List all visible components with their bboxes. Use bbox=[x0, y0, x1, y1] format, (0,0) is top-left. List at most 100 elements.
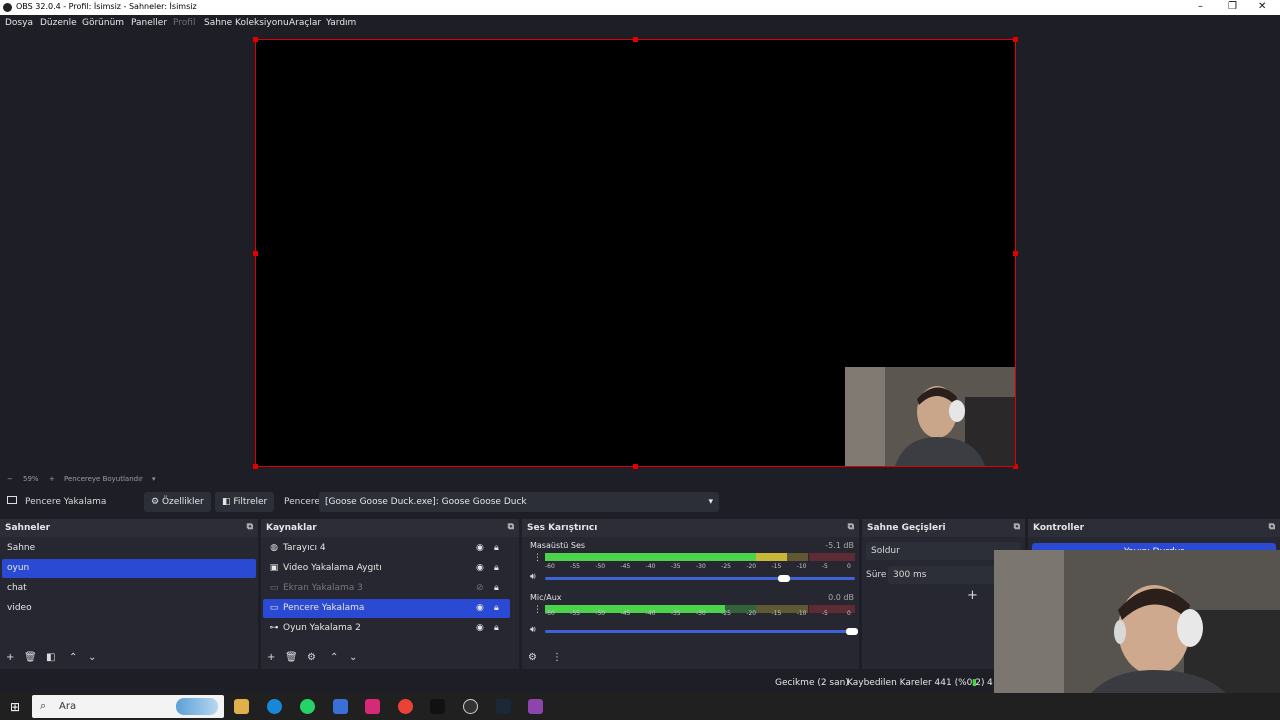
resize-handle[interactable] bbox=[253, 251, 258, 256]
volume-slider[interactable] bbox=[545, 577, 855, 580]
meter-tick-label: -55 bbox=[570, 610, 580, 617]
windows-start-icon[interactable]: ⊞ bbox=[10, 700, 20, 714]
trash-icon[interactable]: 🗑 bbox=[285, 652, 298, 663]
obs-logo-icon bbox=[3, 3, 12, 12]
signal-icon: ▮ bbox=[972, 678, 977, 688]
search-highlight-icon bbox=[176, 698, 218, 715]
gear-icon: ⚙ bbox=[151, 497, 160, 507]
menu-profil[interactable]: Profil bbox=[173, 18, 195, 28]
more-icon[interactable]: ⋮ bbox=[552, 652, 562, 663]
window-label: Pencere bbox=[284, 497, 320, 507]
lock-icon[interactable]: 🔒︎ bbox=[494, 559, 499, 578]
lock-icon[interactable]: 🔒︎ bbox=[494, 579, 499, 598]
meter-ticks: -60 -55 -50 -45 -40 -35 -30 -25 -20 -15 -10 -5 0 bbox=[545, 563, 855, 571]
filter-icon[interactable]: ◧ bbox=[46, 652, 55, 663]
meter-tick-label: -40 bbox=[645, 563, 656, 570]
minimize-icon[interactable]: – bbox=[1198, 1, 1203, 12]
lock-icon[interactable]: 🔒︎ bbox=[494, 599, 499, 618]
source-item[interactable]: ▣ Video Yakalama Aygıtı ◉ 🔒︎ bbox=[263, 559, 510, 578]
volume-slider-thumb[interactable] bbox=[777, 575, 790, 582]
lock-icon[interactable]: 🔒︎ bbox=[494, 619, 499, 638]
source-item[interactable]: ◍ Tarayıcı 4 ◉ 🔒︎ bbox=[263, 539, 510, 558]
menu-yardim[interactable]: Yardım bbox=[326, 18, 356, 28]
filters-button[interactable]: ◧ Filtreler bbox=[215, 492, 275, 512]
obs-taskbar-icon[interactable] bbox=[463, 699, 478, 714]
arrow-down-icon[interactable]: ⌄ bbox=[349, 652, 357, 663]
undock-icon[interactable]: ⧉ bbox=[508, 522, 514, 532]
zoom-in-button[interactable]: + bbox=[49, 475, 55, 483]
restore-icon[interactable]: ❐ bbox=[1228, 1, 1237, 12]
add-icon[interactable]: + bbox=[267, 652, 275, 663]
resize-handle[interactable] bbox=[1013, 251, 1018, 256]
menu-araclar[interactable]: Araçlar bbox=[289, 18, 321, 28]
sources-dock-title: Kaynaklar ⧉ bbox=[261, 519, 519, 537]
undock-icon[interactable]: ⧉ bbox=[1269, 522, 1275, 532]
undock-icon[interactable]: ⧉ bbox=[247, 522, 253, 532]
gear-icon[interactable]: ⚙ bbox=[307, 652, 316, 663]
close-icon[interactable]: ✕ bbox=[1258, 1, 1266, 12]
window-select[interactable]: [Goose Goose Duck.exe]: Goose Goose Duck… bbox=[319, 492, 719, 512]
edge-icon[interactable] bbox=[267, 699, 282, 714]
source-item[interactable]: ⊶ Oyun Yakalama 2 ◉ 🔒︎ bbox=[263, 619, 510, 638]
properties-button[interactable]: ⚙ Özellikler bbox=[144, 492, 211, 512]
resize-handle[interactable] bbox=[253, 464, 258, 469]
source-item[interactable]: ▭ Pencere Yakalama ◉ 🔒︎ bbox=[263, 599, 510, 618]
search-icon: ⌕ bbox=[40, 699, 47, 712]
eye-icon[interactable]: ◉ bbox=[476, 619, 484, 638]
lock-icon[interactable]: 🔒︎ bbox=[494, 539, 499, 558]
store-icon[interactable] bbox=[333, 699, 348, 714]
eye-icon[interactable]: ◉ bbox=[476, 599, 484, 618]
arrow-up-icon[interactable]: ⌃ bbox=[69, 652, 77, 663]
menu-gorunum[interactable]: Görünüm bbox=[82, 18, 124, 28]
channel-name: Masaüstü Ses bbox=[530, 541, 586, 550]
game-icon[interactable] bbox=[528, 699, 543, 714]
window-icon bbox=[7, 496, 17, 504]
filter-icon: ◧ bbox=[222, 497, 231, 507]
resize-handle[interactable] bbox=[253, 37, 258, 42]
volume-slider[interactable] bbox=[545, 630, 855, 633]
add-icon[interactable]: + bbox=[6, 652, 14, 663]
chevron-down-icon[interactable]: ▾ bbox=[152, 475, 156, 483]
whatsapp-icon[interactable] bbox=[300, 699, 315, 714]
undock-icon[interactable]: ⧉ bbox=[1014, 522, 1020, 532]
scene-item[interactable]: Sahne bbox=[2, 539, 256, 558]
meter-tick-label: -60 bbox=[545, 610, 555, 617]
more-icon[interactable]: ⋮ bbox=[533, 605, 542, 615]
trash-icon[interactable]: 🗑 bbox=[24, 652, 37, 663]
file-explorer-icon[interactable] bbox=[234, 699, 249, 714]
mixer-settings-icon[interactable]: ⚙ bbox=[528, 652, 537, 663]
scene-item[interactable]: video bbox=[2, 599, 256, 618]
chrome-icon[interactable] bbox=[398, 699, 413, 714]
menu-sahne-koleksiyonu[interactable]: Sahne Koleksiyonu bbox=[204, 18, 289, 28]
menu-paneller[interactable]: Paneller bbox=[131, 18, 167, 28]
menu-duzenle[interactable]: Düzenle bbox=[40, 18, 77, 28]
zoom-out-button[interactable]: − bbox=[7, 475, 13, 483]
more-icon[interactable]: ⋮ bbox=[533, 553, 542, 563]
eye-icon[interactable]: ◉ bbox=[476, 559, 484, 578]
resize-handle[interactable] bbox=[633, 37, 638, 42]
controls-dock-title: Kontroller ⧉ bbox=[1028, 519, 1280, 537]
eye-hidden-icon[interactable]: ⊘ bbox=[476, 579, 484, 598]
meter-tick-label: -50 bbox=[595, 563, 606, 570]
steam-icon[interactable] bbox=[496, 699, 511, 714]
tiktok-icon[interactable] bbox=[430, 699, 445, 714]
instagram-icon[interactable] bbox=[365, 699, 380, 714]
scene-item[interactable]: oyun bbox=[2, 559, 256, 578]
taskbar-search[interactable]: ⌕ Ara bbox=[32, 695, 224, 718]
add-icon[interactable]: + bbox=[967, 588, 978, 603]
speaker-icon[interactable]: 🔊︎ bbox=[530, 572, 536, 582]
resize-handle[interactable] bbox=[1013, 37, 1018, 42]
eye-icon[interactable]: ◉ bbox=[476, 539, 484, 558]
meter-level bbox=[545, 553, 756, 561]
gamepad-icon: ⊶ bbox=[269, 623, 279, 633]
arrow-down-icon[interactable]: ⌄ bbox=[88, 652, 96, 663]
undock-icon[interactable]: ⧉ bbox=[848, 522, 854, 532]
volume-slider-thumb[interactable] bbox=[845, 628, 858, 635]
source-item[interactable]: ▭ Ekran Yakalama 3 ⊘ 🔒︎ bbox=[263, 579, 510, 598]
fit-to-window-button[interactable]: Pencereye Boyutlandır bbox=[64, 475, 143, 483]
arrow-up-icon[interactable]: ⌃ bbox=[330, 652, 338, 663]
resize-handle[interactable] bbox=[633, 464, 638, 469]
scene-item[interactable]: chat bbox=[2, 579, 256, 598]
menu-dosya[interactable]: Dosya bbox=[5, 18, 33, 28]
speaker-icon[interactable]: 🔊︎ bbox=[530, 625, 536, 635]
